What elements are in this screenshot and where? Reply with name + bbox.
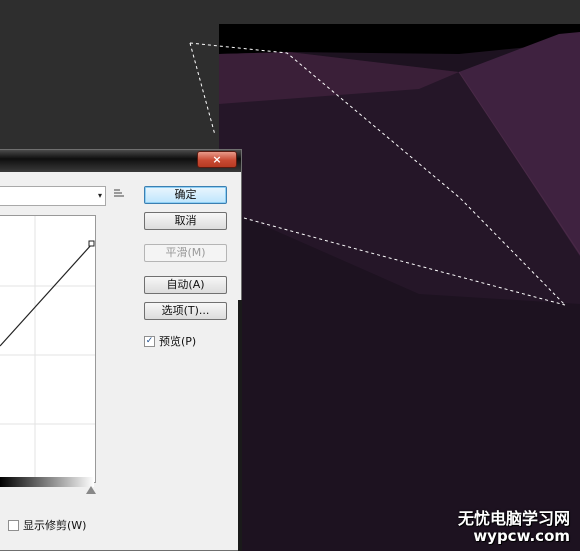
curve-line [0, 243, 93, 347]
curves-dialog: × ▾ 确定 取消 平滑(M) 自动(A) 选项(T)... ✓ 预览(P) 显… [0, 149, 242, 551]
ok-button[interactable]: 确定 [144, 186, 227, 204]
cancel-button[interactable]: 取消 [144, 212, 227, 230]
curve-grid [0, 216, 95, 478]
watermark-url: wypcw.com [473, 527, 570, 545]
preset-select[interactable]: ▾ [0, 186, 106, 206]
chevron-down-icon[interactable]: ▾ [98, 191, 102, 200]
show-clipping-checkbox[interactable] [8, 519, 19, 531]
close-icon[interactable]: × [197, 151, 237, 168]
curve-point [88, 240, 95, 247]
options-button[interactable]: 选项(T)... [144, 302, 227, 320]
watermark-site-name: 无忧电脑学习网 [457, 509, 570, 528]
curve-graph[interactable] [0, 215, 96, 483]
smooth-button[interactable]: 平滑(M) [144, 244, 227, 262]
dialog-titlebar[interactable]: × [0, 150, 241, 172]
menu-lines-icon[interactable] [114, 188, 126, 198]
site-watermark: 无忧电脑学习网 wypcw.com [458, 505, 570, 545]
preview-checkbox-row[interactable]: ✓ 预览(P) [144, 333, 196, 349]
preview-label: 预览(P) [159, 335, 197, 348]
preview-checkbox[interactable]: ✓ [144, 335, 155, 347]
auto-button[interactable]: 自动(A) [144, 276, 227, 294]
show-clipping-checkbox-row[interactable]: 显示修剪(W) [8, 517, 86, 533]
input-gradient-bar [0, 477, 94, 487]
scrollbar[interactable] [238, 300, 242, 551]
show-clipping-label: 显示修剪(W) [23, 519, 87, 532]
white-point-slider[interactable] [86, 486, 96, 494]
